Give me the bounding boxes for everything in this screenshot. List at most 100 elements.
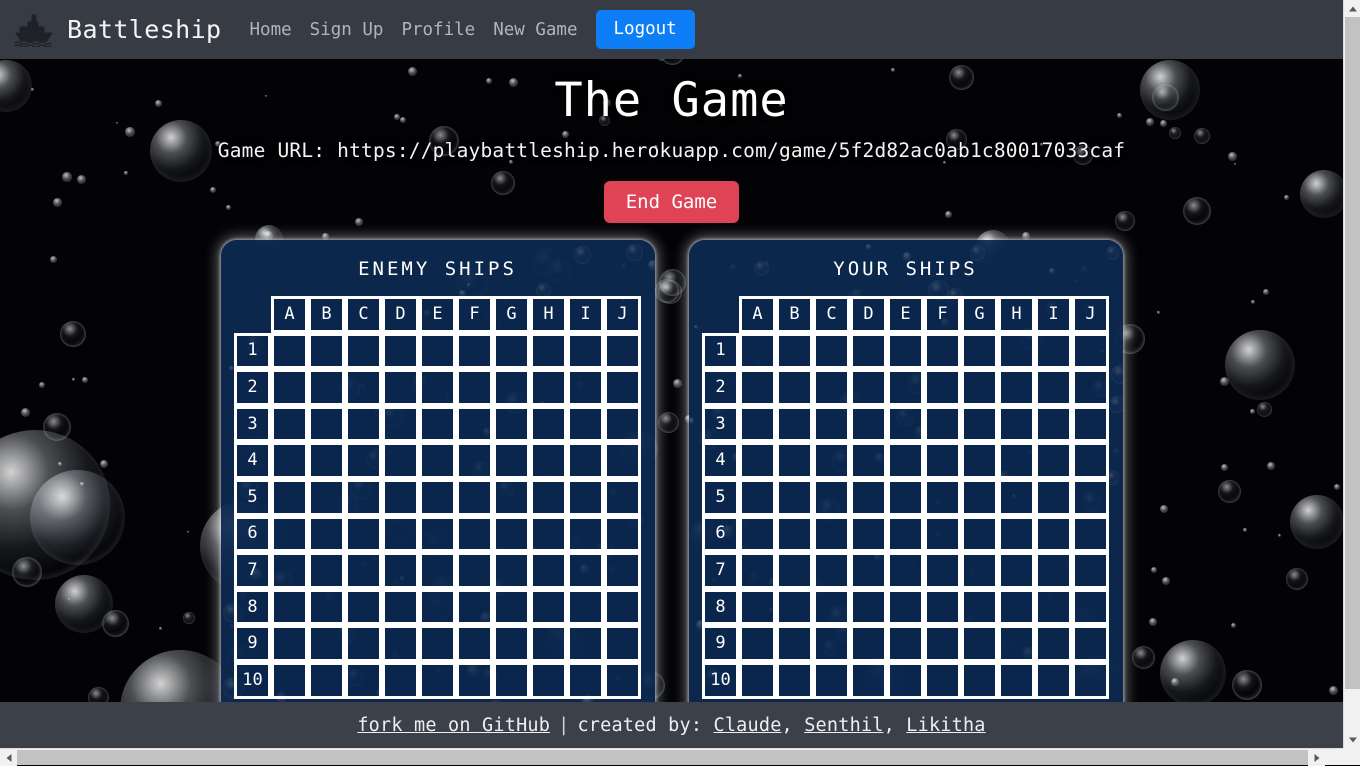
enemy-cell-G4[interactable] (493, 442, 530, 479)
your-cell-G7[interactable] (961, 552, 998, 589)
your-cell-G1[interactable] (961, 333, 998, 370)
your-cell-H9[interactable] (998, 625, 1035, 662)
scroll-left-arrow-icon[interactable] (0, 749, 17, 766)
enemy-cell-H10[interactable] (530, 662, 567, 699)
your-cell-I5[interactable] (1035, 479, 1072, 516)
enemy-cell-C8[interactable] (345, 589, 382, 626)
your-cell-D8[interactable] (850, 589, 887, 626)
enemy-cell-J4[interactable] (604, 442, 641, 479)
your-cell-E1[interactable] (887, 333, 924, 370)
your-cell-J7[interactable] (1072, 552, 1109, 589)
nav-link-sign-up[interactable]: Sign Up (301, 14, 393, 46)
enemy-cell-I7[interactable] (567, 552, 604, 589)
enemy-cell-F10[interactable] (456, 662, 493, 699)
enemy-cell-E10[interactable] (419, 662, 456, 699)
your-cell-B4[interactable] (776, 442, 813, 479)
your-cell-F2[interactable] (924, 369, 961, 406)
your-cell-E3[interactable] (887, 406, 924, 443)
enemy-cell-J6[interactable] (604, 516, 641, 553)
your-cell-H10[interactable] (998, 662, 1035, 699)
your-cell-F3[interactable] (924, 406, 961, 443)
your-cell-H7[interactable] (998, 552, 1035, 589)
enemy-cell-D3[interactable] (382, 406, 419, 443)
enemy-cell-F1[interactable] (456, 333, 493, 370)
your-cell-I3[interactable] (1035, 406, 1072, 443)
your-cell-D7[interactable] (850, 552, 887, 589)
your-cell-F10[interactable] (924, 662, 961, 699)
your-cell-I6[interactable] (1035, 516, 1072, 553)
your-cell-E10[interactable] (887, 662, 924, 699)
your-cell-D9[interactable] (850, 625, 887, 662)
your-cell-C6[interactable] (813, 516, 850, 553)
your-cell-I10[interactable] (1035, 662, 1072, 699)
enemy-cell-D8[interactable] (382, 589, 419, 626)
footer-link-github[interactable]: fork me on GitHub (357, 715, 550, 736)
your-cell-G2[interactable] (961, 369, 998, 406)
enemy-cell-D10[interactable] (382, 662, 419, 699)
enemy-cell-E6[interactable] (419, 516, 456, 553)
enemy-cell-F4[interactable] (456, 442, 493, 479)
enemy-cell-G7[interactable] (493, 552, 530, 589)
enemy-cell-H3[interactable] (530, 406, 567, 443)
your-cell-D4[interactable] (850, 442, 887, 479)
enemy-cell-A1[interactable] (271, 333, 308, 370)
enemy-cell-I2[interactable] (567, 369, 604, 406)
your-cell-J5[interactable] (1072, 479, 1109, 516)
your-cell-H1[interactable] (998, 333, 1035, 370)
enemy-cell-E8[interactable] (419, 589, 456, 626)
enemy-cell-C2[interactable] (345, 369, 382, 406)
enemy-cell-B10[interactable] (308, 662, 345, 699)
enemy-cell-F3[interactable] (456, 406, 493, 443)
your-cell-B5[interactable] (776, 479, 813, 516)
enemy-cell-B8[interactable] (308, 589, 345, 626)
your-cell-D5[interactable] (850, 479, 887, 516)
your-cell-A2[interactable] (739, 369, 776, 406)
enemy-cell-A7[interactable] (271, 552, 308, 589)
enemy-cell-A6[interactable] (271, 516, 308, 553)
your-cell-C8[interactable] (813, 589, 850, 626)
your-cell-E6[interactable] (887, 516, 924, 553)
enemy-cell-A9[interactable] (271, 625, 308, 662)
enemy-cell-D4[interactable] (382, 442, 419, 479)
enemy-cell-F9[interactable] (456, 625, 493, 662)
enemy-cell-C1[interactable] (345, 333, 382, 370)
your-cell-J6[interactable] (1072, 516, 1109, 553)
nav-link-new-game[interactable]: New Game (484, 14, 586, 46)
enemy-cell-G3[interactable] (493, 406, 530, 443)
your-cell-J8[interactable] (1072, 589, 1109, 626)
your-cell-J9[interactable] (1072, 625, 1109, 662)
your-cell-A10[interactable] (739, 662, 776, 699)
your-cell-I8[interactable] (1035, 589, 1072, 626)
enemy-cell-F8[interactable] (456, 589, 493, 626)
nav-link-profile[interactable]: Profile (392, 14, 484, 46)
enemy-cell-H8[interactable] (530, 589, 567, 626)
your-cell-A5[interactable] (739, 479, 776, 516)
your-cell-F4[interactable] (924, 442, 961, 479)
scroll-down-arrow-icon[interactable] (1344, 731, 1360, 748)
enemy-cell-H1[interactable] (530, 333, 567, 370)
enemy-cell-D6[interactable] (382, 516, 419, 553)
end-game-button[interactable]: End Game (604, 181, 740, 223)
enemy-cell-H2[interactable] (530, 369, 567, 406)
your-cell-F1[interactable] (924, 333, 961, 370)
enemy-cell-E9[interactable] (419, 625, 456, 662)
enemy-cell-G6[interactable] (493, 516, 530, 553)
enemy-cell-F2[interactable] (456, 369, 493, 406)
your-cell-D2[interactable] (850, 369, 887, 406)
enemy-cell-C10[interactable] (345, 662, 382, 699)
nav-link-home[interactable]: Home (241, 14, 301, 46)
enemy-cell-H6[interactable] (530, 516, 567, 553)
your-cell-C3[interactable] (813, 406, 850, 443)
your-cell-G4[interactable] (961, 442, 998, 479)
your-cell-B8[interactable] (776, 589, 813, 626)
your-cell-C4[interactable] (813, 442, 850, 479)
your-cell-F7[interactable] (924, 552, 961, 589)
your-cell-I9[interactable] (1035, 625, 1072, 662)
enemy-cell-I1[interactable] (567, 333, 604, 370)
your-cell-B1[interactable] (776, 333, 813, 370)
your-cell-C9[interactable] (813, 625, 850, 662)
your-cell-C1[interactable] (813, 333, 850, 370)
your-cell-G6[interactable] (961, 516, 998, 553)
enemy-cell-J9[interactable] (604, 625, 641, 662)
enemy-cell-B3[interactable] (308, 406, 345, 443)
